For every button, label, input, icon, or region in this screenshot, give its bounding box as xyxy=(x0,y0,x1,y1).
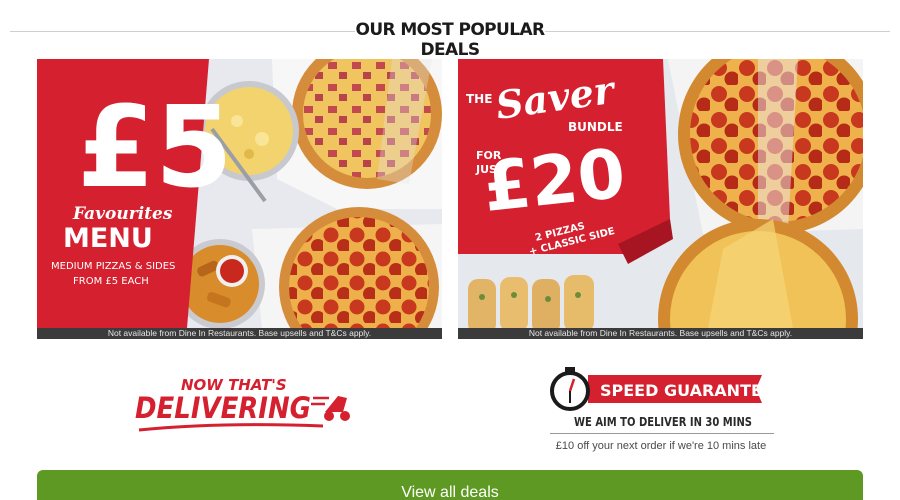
delivering-line2: DELIVERING xyxy=(135,391,311,425)
deal-bundle: BUNDLE xyxy=(568,120,623,134)
deal-line-favourites: Favourites xyxy=(72,204,173,224)
speed-divider xyxy=(550,433,774,434)
deal-the: THE xyxy=(466,92,492,106)
speed-guarantee-graphic: SPEED GUARANTEE WE AIM TO DELIVER IN 30 … xyxy=(550,367,773,429)
view-all-deals-button[interactable]: View all deals xyxy=(37,470,863,500)
deal-disclaimer: Not available from Dine In Restaurants. … xyxy=(37,328,442,339)
header-divider-right xyxy=(545,31,890,32)
speed-title: SPEED GUARANTEE xyxy=(600,381,773,400)
header-divider-left xyxy=(10,31,355,32)
now-thats-delivering-logo: NOW THAT'S DELIVERING xyxy=(135,376,350,432)
deal-line-menu: MENU xyxy=(63,223,153,254)
section-header: OUR MOST POPULAR DEALS xyxy=(0,18,900,60)
speed-guarantee-badge: SPEED GUARANTEE WE AIM TO DELIVER IN 30 … xyxy=(548,365,778,457)
scooter-icon xyxy=(311,396,350,421)
speed-aim: WE AIM TO DELIVER IN 30 MINS xyxy=(574,415,752,429)
deal-line-desc: MEDIUM PIZZAS & SIDES xyxy=(51,261,175,272)
deal-price: £20 xyxy=(480,135,629,228)
deal-image-saver: THE Saver BUNDLE FOR JUST £20 2 PIZZAS +… xyxy=(458,59,863,328)
deal-line-price-from: FROM £5 EACH xyxy=(73,276,149,287)
speed-subline: £10 off your next order if we're 10 mins… xyxy=(555,440,767,452)
deal-price: £5 xyxy=(77,83,233,213)
section-title: OUR MOST POPULAR DEALS xyxy=(355,20,545,60)
deal-card-favourites-menu[interactable]: £5 Favourites MENU MEDIUM PIZZAS & SIDES… xyxy=(37,59,442,339)
deal-disclaimer: Not available from Dine In Restaurants. … xyxy=(458,328,863,339)
stopwatch-icon xyxy=(550,367,590,411)
deal-card-saver-bundle[interactable]: THE Saver BUNDLE FOR JUST £20 2 PIZZAS +… xyxy=(458,59,863,339)
deal-image-favourites: £5 Favourites MENU MEDIUM PIZZAS & SIDES… xyxy=(37,59,442,328)
